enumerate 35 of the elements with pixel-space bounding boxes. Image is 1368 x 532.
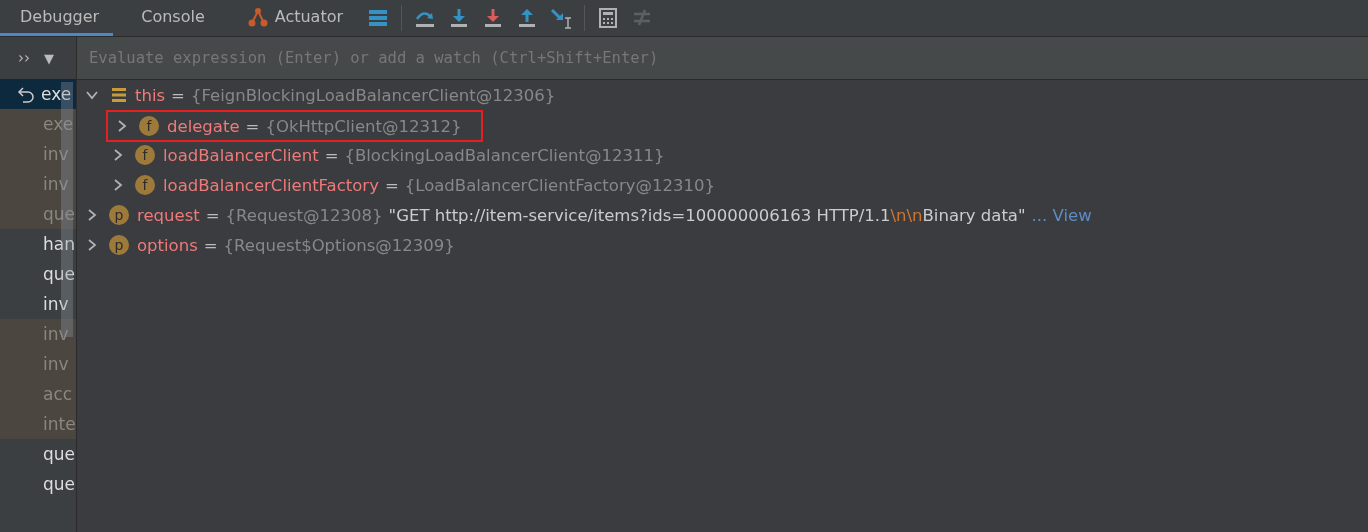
variable-name: this xyxy=(135,85,166,105)
variable-name: request xyxy=(137,205,200,225)
variable-value: {Request$Options@12309} xyxy=(223,235,455,255)
variable-value: {OkHttpClient@12312} xyxy=(265,116,462,136)
equals-sign: = xyxy=(203,235,218,255)
calculator-icon[interactable] xyxy=(597,7,620,29)
list-icon[interactable] xyxy=(367,7,390,29)
variable-value: {Request@12308} xyxy=(225,205,383,225)
string-value: "GET http://item-service/items?ids=100000006163 HTTP/1.1\n\nBinary data" xyxy=(388,205,1026,225)
field-badge: f xyxy=(139,116,159,136)
dropdown-button[interactable]: ▼ xyxy=(44,50,54,66)
stack-icon xyxy=(109,85,129,105)
equals-sign: = xyxy=(171,85,185,105)
tab[interactable]: Console xyxy=(121,0,219,36)
field-badge: f xyxy=(135,145,155,165)
tab[interactable]: Actuator xyxy=(226,0,358,36)
equals-sign: = xyxy=(384,175,399,195)
frame-item[interactable]: exe xyxy=(0,79,76,109)
equals-sign: = xyxy=(324,145,339,165)
equals-sign: = xyxy=(245,116,260,136)
equals-sign: = xyxy=(205,205,220,225)
variable-value: {LoadBalancerClientFactory@12310} xyxy=(404,175,715,195)
view-link[interactable]: ... View xyxy=(1031,205,1092,225)
more-button[interactable]: ›› xyxy=(18,49,30,67)
variable-value: {BlockingLoadBalancerClient@12311} xyxy=(344,145,665,165)
variable-name: loadBalancerClientFactory xyxy=(163,175,379,195)
variable-name: loadBalancerClient xyxy=(163,145,319,165)
parameter-badge: p xyxy=(109,205,129,225)
field-badge: f xyxy=(135,175,155,195)
variable-name: options xyxy=(137,235,198,255)
run-to-cursor-icon[interactable] xyxy=(550,7,573,29)
network-icon xyxy=(246,5,269,28)
variable-name: delegate xyxy=(167,116,240,136)
parameter-badge: p xyxy=(109,235,129,255)
variable-value: {FeignBlockingLoadBalancerClient@12306} xyxy=(190,85,556,105)
